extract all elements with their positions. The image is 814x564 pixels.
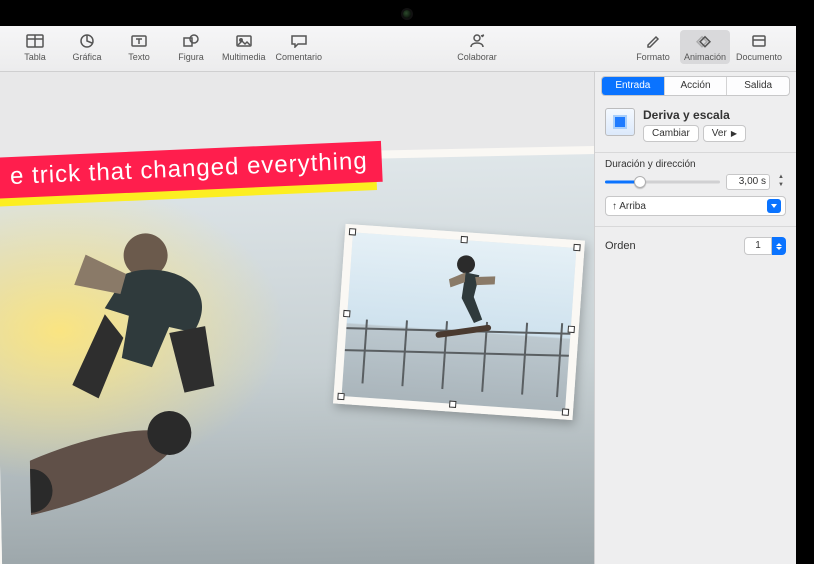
sel-handle-sw[interactable] — [337, 393, 344, 400]
slide-canvas[interactable]: e trick that changed everything — [0, 72, 594, 564]
preview-label: Ver — [712, 128, 727, 139]
sel-handle-nw[interactable] — [349, 228, 356, 235]
sel-handle-ne[interactable] — [573, 244, 580, 251]
step-down-icon: ▼ — [776, 182, 786, 190]
comment-icon — [289, 32, 309, 50]
main-area: e trick that changed everything — [0, 72, 796, 564]
play-icon: ▶ — [731, 129, 737, 138]
step-up-icon: ▲ — [776, 174, 786, 182]
toolbar-collaborate[interactable]: Colaborar — [452, 30, 502, 64]
arrow-up-icon: ↑ — [612, 201, 617, 212]
toolbar-label: Texto — [128, 52, 150, 62]
toolbar-comment[interactable]: Comentario — [272, 30, 327, 64]
toolbar-label: Multimedia — [222, 52, 266, 62]
toolbar-label: Comentario — [276, 52, 323, 62]
divider — [595, 152, 796, 153]
webcam — [403, 10, 411, 18]
toolbar-label: Formato — [636, 52, 670, 62]
toolbar-label: Tabla — [24, 52, 46, 62]
sel-handle-e[interactable] — [568, 326, 575, 333]
inspector-sidebar: Entrada Acción Salida Deriva y escala Ca… — [594, 72, 796, 564]
toolbar-label: Animación — [684, 52, 726, 62]
order-label: Orden — [605, 240, 636, 252]
document-icon — [749, 32, 769, 50]
dropdown-icon — [767, 199, 781, 213]
toolbar-label: Colaborar — [457, 52, 497, 62]
tab-build-in[interactable]: Entrada — [602, 77, 664, 95]
effect-header: Deriva y escala Cambiar Ver ▶ — [595, 102, 796, 150]
duration-direction-label: Duración y dirección — [595, 159, 796, 174]
toolbar-text[interactable]: Texto — [114, 30, 164, 64]
animation-tabs: Entrada Acción Salida — [601, 76, 790, 96]
duration-field[interactable]: 3,00 s — [726, 174, 770, 190]
change-effect-button[interactable]: Cambiar — [643, 125, 699, 142]
sel-handle-n[interactable] — [461, 236, 468, 243]
toolbar-chart[interactable]: Gráfica — [62, 30, 112, 64]
duration-slider[interactable] — [605, 176, 720, 188]
media-icon — [234, 32, 254, 50]
text-icon — [129, 32, 149, 50]
inset-illustration — [342, 232, 577, 411]
preview-button[interactable]: Ver ▶ — [703, 125, 746, 142]
skater-illustration — [25, 210, 291, 515]
animation-icon — [695, 32, 715, 50]
photo-inset-selected[interactable] — [333, 224, 585, 420]
direction-value: ↑ Arriba — [612, 201, 646, 212]
toolbar-table[interactable]: Tabla — [10, 30, 60, 64]
duration-row: 3,00 s ▲▼ — [595, 174, 796, 196]
sel-handle-w[interactable] — [343, 310, 350, 317]
collaborate-icon — [467, 32, 487, 50]
app-window: Tabla Gráfica Texto Figura Multimedia Co… — [0, 26, 796, 564]
tab-action[interactable]: Acción — [664, 77, 727, 95]
tab-build-out[interactable]: Salida — [726, 77, 789, 95]
toolbar-format[interactable]: Formato — [628, 30, 678, 64]
toolbar-shape[interactable]: Figura — [166, 30, 216, 64]
toolbar-document[interactable]: Documento — [732, 30, 786, 64]
toolbar-label: Gráfica — [72, 52, 101, 62]
slide-title-text: e trick that changed everything — [10, 147, 369, 190]
effect-thumbnail — [605, 108, 635, 136]
toolbar-animation[interactable]: Animación — [680, 30, 730, 64]
format-icon — [643, 32, 663, 50]
order-stepper[interactable] — [772, 237, 786, 255]
chart-icon — [77, 32, 97, 50]
toolbar-label: Figura — [178, 52, 204, 62]
table-icon — [25, 32, 45, 50]
laptop-bezel: Tabla Gráfica Texto Figura Multimedia Co… — [0, 0, 814, 564]
effect-name: Deriva y escala — [643, 108, 786, 122]
toolbar: Tabla Gráfica Texto Figura Multimedia Co… — [0, 26, 796, 72]
toolbar-media[interactable]: Multimedia — [218, 30, 270, 64]
shape-icon — [181, 32, 201, 50]
duration-stepper[interactable]: ▲▼ — [776, 174, 786, 190]
order-field[interactable]: 1 — [744, 237, 772, 255]
direction-select[interactable]: ↑ Arriba — [605, 196, 786, 216]
sel-handle-s[interactable] — [449, 401, 456, 408]
sel-handle-se[interactable] — [562, 408, 569, 415]
order-row: Orden 1 — [595, 233, 796, 259]
divider — [595, 226, 796, 227]
toolbar-label: Documento — [736, 52, 782, 62]
